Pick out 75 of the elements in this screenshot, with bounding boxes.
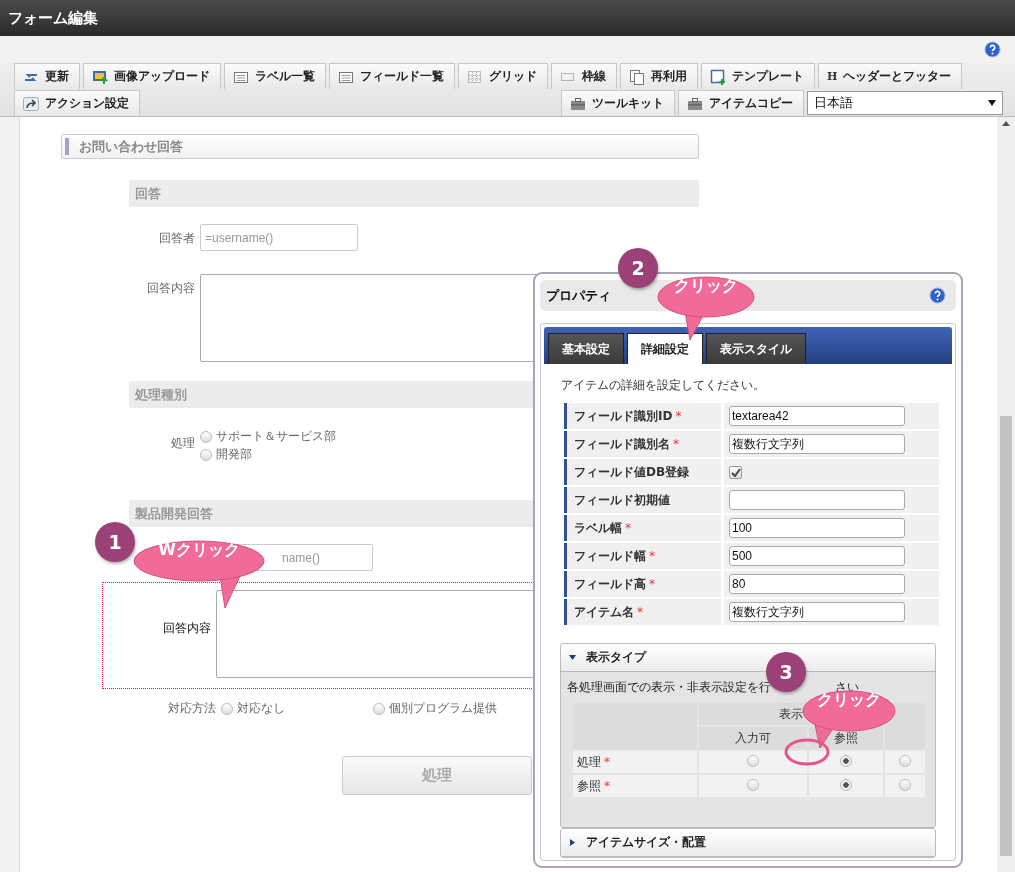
radio-option[interactable]: 個別プログラム提供 (373, 700, 525, 717)
copy-icon (629, 68, 645, 85)
toolbar-button[interactable]: H ヘッダーとフッター (818, 63, 963, 89)
toolbar-button[interactable]: フィールド一覧 (329, 63, 455, 89)
scroll-up-icon[interactable] (1002, 121, 1010, 126)
help-icon[interactable] (984, 40, 1001, 58)
property-input[interactable] (729, 490, 905, 510)
row-label: 処理 * (573, 751, 697, 773)
dropdown-caret-icon (988, 100, 996, 106)
field-label: 回答者 (158, 230, 195, 247)
toolbox-icon (570, 95, 586, 112)
property-label: フィールド初期値 (564, 487, 721, 513)
template-icon (710, 68, 726, 85)
accordion-header[interactable]: アイテムサイズ・配置 (561, 829, 935, 857)
property-label: フィールド識別ID * (564, 403, 721, 429)
column-header: 入力可 (699, 727, 808, 749)
toolbar-button[interactable]: グリッド (458, 63, 548, 89)
toolbar-button[interactable]: ラベル一覧 (224, 63, 326, 89)
language-select[interactable]: 日本語 (807, 91, 1003, 115)
help-icon[interactable] (929, 287, 946, 304)
radio-button[interactable] (747, 778, 760, 791)
scrollbar-thumb[interactable] (1000, 416, 1012, 856)
radio-button[interactable] (899, 754, 912, 767)
radio-button[interactable] (840, 778, 853, 791)
property-label: フィールド値DB登録 (564, 459, 721, 485)
field-label: 回答内容 (146, 280, 195, 297)
image-icon (92, 68, 108, 85)
property-input[interactable]: 500 (729, 546, 905, 566)
property-input[interactable]: 複数行文字列 (729, 434, 905, 454)
radio-button[interactable] (840, 754, 853, 767)
caret-down-icon (569, 654, 576, 661)
toolbar-button[interactable]: アイテムコピー (678, 90, 804, 116)
radio-option[interactable]: サポート＆サービス部 (200, 428, 336, 445)
checkbox[interactable] (729, 465, 742, 479)
tab[interactable]: 基本設定 (548, 333, 624, 364)
letter-icon: H (827, 70, 838, 83)
property-label: フィールド識別名 * (564, 431, 721, 457)
callout-tooltip: Wクリック (133, 540, 265, 608)
step-badge: 2 (618, 248, 658, 288)
tab[interactable]: 詳細設定 (627, 333, 703, 364)
input-field[interactable]: =username() (200, 224, 358, 251)
radio-button[interactable] (747, 754, 760, 767)
toolbar-button[interactable]: テンプレート (701, 63, 815, 89)
toolbar-button[interactable]: アクション設定 (14, 90, 140, 116)
property-input[interactable]: 80 (729, 574, 905, 594)
toolbar-button[interactable]: 枠線 (551, 63, 617, 89)
highlight-ring (784, 738, 830, 766)
panel-title: プロパティ (546, 286, 611, 305)
grid-icon (467, 68, 483, 85)
field-label: 回答内容 (162, 620, 211, 637)
property-label: アイテム名 * (564, 599, 721, 625)
field-label: 処理 (170, 435, 195, 452)
radio-option[interactable]: 開発部 (200, 446, 336, 463)
toolbar-button[interactable]: 更新 (14, 63, 80, 89)
radio-option[interactable]: 対応なし (221, 700, 373, 717)
caret-right-icon (569, 839, 576, 846)
property-input[interactable]: 100 (729, 518, 905, 538)
field-label: 対応方法 (167, 700, 216, 717)
property-label: フィールド高 * (564, 571, 721, 597)
share-icon (23, 95, 39, 112)
property-input[interactable]: textarea42 (729, 406, 905, 426)
property-label: フィールド幅 * (564, 543, 721, 569)
tab[interactable]: 表示スタイル (706, 333, 806, 364)
group-header: 回答 (129, 180, 699, 207)
section-title: お問い合わせ回答 (79, 137, 183, 156)
property-input[interactable]: 複数行文字列 (729, 602, 905, 622)
toolbar-button[interactable]: 再利用 (620, 63, 698, 89)
toolbar-button[interactable]: ツールキット (561, 90, 675, 116)
toolbox-icon (687, 95, 703, 112)
step-badge: 1 (95, 522, 135, 562)
toolbar-button[interactable]: 画像アップロード (83, 63, 221, 89)
row-label: 参照 * (573, 775, 697, 797)
window-title: フォーム編集 (0, 0, 1015, 36)
property-label: ラベル幅 * (564, 515, 721, 541)
radio-button[interactable] (899, 778, 912, 791)
